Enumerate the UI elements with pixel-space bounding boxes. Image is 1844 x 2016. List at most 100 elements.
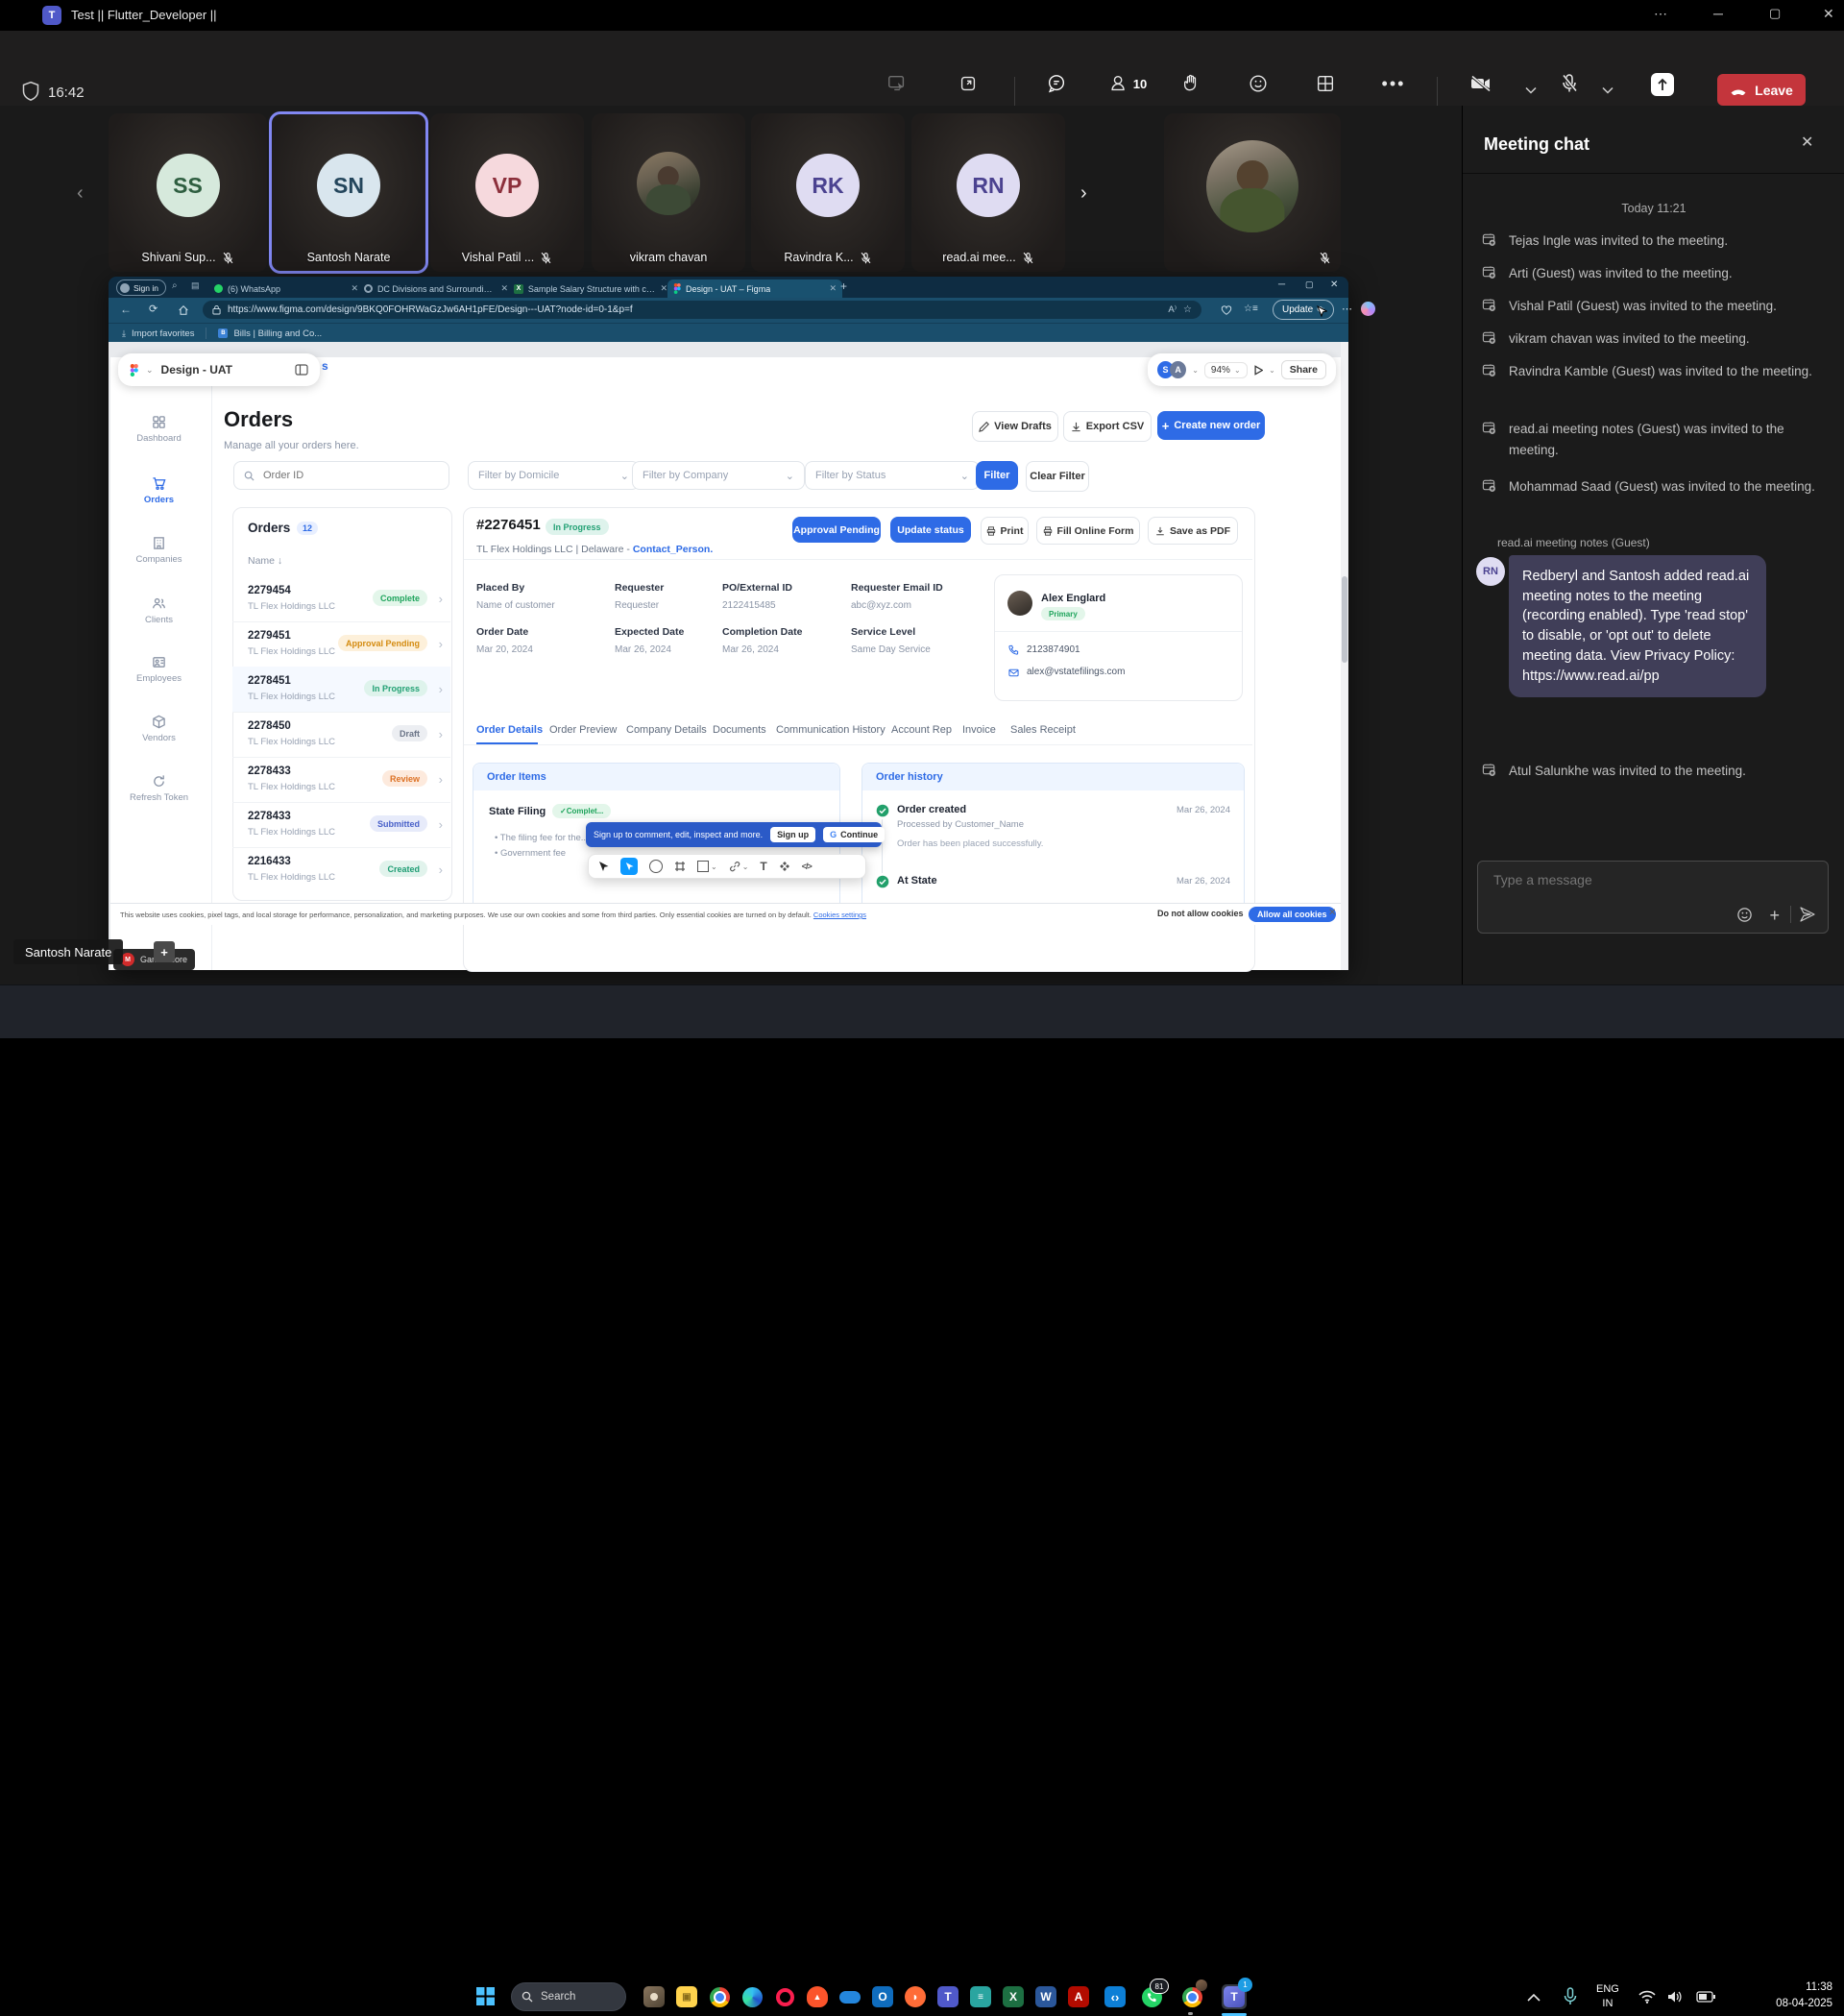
chevron-down-icon[interactable]: ⌄ — [1192, 366, 1199, 375]
sidebar-item-dashboard[interactable]: Dashboard — [109, 415, 209, 444]
chat-input-box[interactable]: + — [1477, 861, 1829, 934]
shape-tool-icon[interactable]: ⌄ — [697, 861, 717, 872]
strip-scroll-left-icon[interactable]: ‹ — [77, 182, 84, 205]
figma-share-button[interactable]: Share — [1281, 360, 1326, 379]
close-button[interactable]: ✕ — [1823, 6, 1834, 22]
participant-tile[interactable]: SS Shivani Sup... — [109, 113, 267, 272]
tab-account-rep[interactable]: Account Rep — [891, 724, 952, 736]
participant-tile[interactable]: SN Santosh Narate — [271, 113, 426, 272]
export-csv-button[interactable]: Export CSV — [1063, 411, 1152, 442]
taskbar-chrome-profile-icon[interactable] — [1179, 1984, 1204, 2009]
tray-battery-icon[interactable] — [1696, 1991, 1715, 2003]
minimize-button[interactable]: ─ — [1713, 6, 1723, 21]
order-id-input[interactable] — [261, 469, 428, 482]
tab-invoice[interactable]: Invoice — [962, 724, 996, 736]
figma-doc-name[interactable]: Design - UAT — [161, 363, 232, 376]
browser-tab[interactable]: DC Divisions and Surroundings✕ — [358, 279, 514, 298]
tab-search-icon[interactable]: ⌕ — [172, 280, 178, 291]
collaborator-avatar[interactable]: A — [1170, 361, 1186, 378]
read-aloud-icon[interactable]: A⁾ — [1168, 304, 1177, 315]
tab-sales-receipt[interactable]: Sales Receipt — [1010, 724, 1076, 736]
back-icon[interactable]: ← — [120, 303, 132, 316]
save-as-pdf-button[interactable]: Save as PDF — [1148, 517, 1238, 545]
approval-pending-button[interactable]: Approval Pending — [792, 517, 881, 543]
order-row[interactable]: 2278433TL Flex Holdings LLC Submitted› — [232, 802, 450, 848]
taskbar-postman-icon[interactable]: ◗ — [903, 1984, 928, 2009]
zoom-level-select[interactable]: 94%⌄ — [1204, 362, 1248, 378]
attach-plus-icon[interactable]: + — [1769, 906, 1780, 926]
taskbar-acrobat-icon[interactable]: A — [1066, 1984, 1091, 2009]
order-row[interactable]: 2279454TL Flex Holdings LLC Complete› — [232, 576, 450, 622]
hand-tool-icon[interactable] — [620, 858, 638, 875]
order-id-search[interactable] — [233, 461, 449, 490]
cookies-settings-link[interactable]: Cookies settings — [813, 911, 866, 919]
filter-button[interactable]: Filter — [976, 461, 1018, 490]
presenter-expand-button[interactable]: + — [154, 941, 175, 962]
participant-tile[interactable]: vikram chavan — [592, 113, 745, 272]
tab-close-icon[interactable]: ✕ — [500, 283, 508, 294]
filter-company-dropdown[interactable]: Filter by Company⌄ — [632, 461, 805, 490]
present-play-icon[interactable] — [1253, 365, 1263, 376]
taskbar-search[interactable]: Search — [511, 1982, 626, 2011]
allow-cookies-button[interactable]: Allow all cookies — [1249, 907, 1336, 922]
address-bar[interactable]: https://www.figma.com/design/9BKQ0FOHRWa… — [203, 301, 1201, 319]
deny-cookies-button[interactable]: Do not allow cookies — [1157, 909, 1244, 918]
tray-language-indicator[interactable]: ENGIN — [1596, 1982, 1619, 2011]
filter-domicile-dropdown[interactable]: Filter by Domicile⌄ — [468, 461, 640, 490]
browser-close-icon[interactable]: ✕ — [1330, 279, 1338, 290]
start-button-icon[interactable] — [476, 1987, 495, 2005]
taskbar-excel-icon[interactable]: X — [1001, 1984, 1026, 2009]
code-tool-icon[interactable]: </> — [802, 862, 812, 871]
mic-options-chevron-icon[interactable] — [1602, 86, 1614, 94]
browser-essentials-icon[interactable] — [1221, 304, 1232, 316]
sidebar-item-clients[interactable]: Clients — [109, 596, 209, 625]
taskbar-notepad-icon[interactable]: ≡ — [968, 1984, 993, 2009]
home-icon[interactable] — [178, 304, 189, 316]
tab-close-icon[interactable]: ✕ — [660, 283, 667, 294]
tab-company-details[interactable]: Company Details — [626, 724, 707, 736]
strip-scroll-right-icon[interactable]: › — [1080, 182, 1087, 205]
contact-phone[interactable]: 2123874901 — [1027, 644, 1080, 655]
tray-clock[interactable]: 11:38 08-04-2025 — [1736, 1980, 1832, 2012]
order-row-selected[interactable]: 2278451TL Flex Holdings LLC In Progress› — [232, 667, 450, 713]
browser-minimize-icon[interactable]: ─ — [1278, 279, 1285, 290]
google-continue-button[interactable]: GContinue — [823, 827, 885, 842]
tab-order-preview[interactable]: Order Preview — [549, 724, 617, 736]
order-row[interactable]: 2216433TL Flex Holdings LLC Created› — [232, 847, 450, 892]
view-drafts-button[interactable]: View Drafts — [972, 411, 1058, 442]
participant-tile[interactable]: VP Vishal Patil ... — [430, 113, 584, 272]
chevron-down-icon[interactable]: ⌄ — [1269, 366, 1275, 375]
tray-wifi-icon[interactable] — [1638, 1990, 1656, 2004]
emoji-icon[interactable] — [1736, 907, 1753, 923]
participant-tile[interactable]: RN read.ai mee... — [911, 113, 1065, 272]
taskbar-teams-icon[interactable]: T — [935, 1984, 960, 2009]
taskbar-opera-icon[interactable] — [772, 1984, 797, 2009]
browser-tab[interactable]: (6) WhatsApp✕ — [208, 279, 364, 298]
text-tool-icon[interactable]: T — [760, 860, 766, 873]
new-tab-icon[interactable]: + — [840, 279, 847, 293]
leave-button[interactable]: Leave — [1717, 74, 1806, 106]
signup-button[interactable]: Sign up — [770, 827, 815, 842]
browser-tab[interactable]: X Sample Salary Structure with calc✕ — [508, 279, 673, 298]
sidebar-item-refresh-token[interactable]: Refresh Token — [109, 774, 209, 803]
chat-message-input[interactable] — [1492, 871, 1803, 888]
vertical-tabs-icon[interactable]: ▤ — [191, 280, 200, 291]
browser-maximize-icon[interactable]: ▢ — [1305, 279, 1314, 290]
participant-tile[interactable]: RK Ravindra K... — [751, 113, 905, 272]
taskbar-brave-icon[interactable]: ▲ — [805, 1984, 830, 2009]
send-icon[interactable] — [1799, 906, 1816, 923]
layout-panel-icon[interactable] — [295, 364, 308, 376]
print-button[interactable]: Print — [981, 517, 1029, 545]
chat-close-icon[interactable]: ✕ — [1801, 133, 1813, 152]
clear-filter-button[interactable]: Clear Filter — [1026, 461, 1089, 492]
chat-message-bubble[interactable]: Redberyl and Santosh added read.ai meeti… — [1509, 555, 1766, 697]
taskbar-outlook-icon[interactable]: O — [870, 1984, 895, 2009]
taskbar-edge-icon[interactable] — [740, 1984, 764, 2009]
sidebar-item-employees[interactable]: Employees — [109, 655, 209, 684]
tray-mic-icon[interactable] — [1564, 1987, 1577, 2006]
taskbar-file-explorer-icon[interactable]: ▣ — [674, 1984, 699, 2009]
contact-email[interactable]: alex@vstatefilings.com — [1027, 667, 1125, 677]
taskbar-teams-active-icon[interactable]: T 1 — [1222, 1984, 1247, 2009]
page-scrollbar[interactable] — [1341, 342, 1348, 970]
reload-icon[interactable]: ⟳ — [149, 303, 158, 315]
